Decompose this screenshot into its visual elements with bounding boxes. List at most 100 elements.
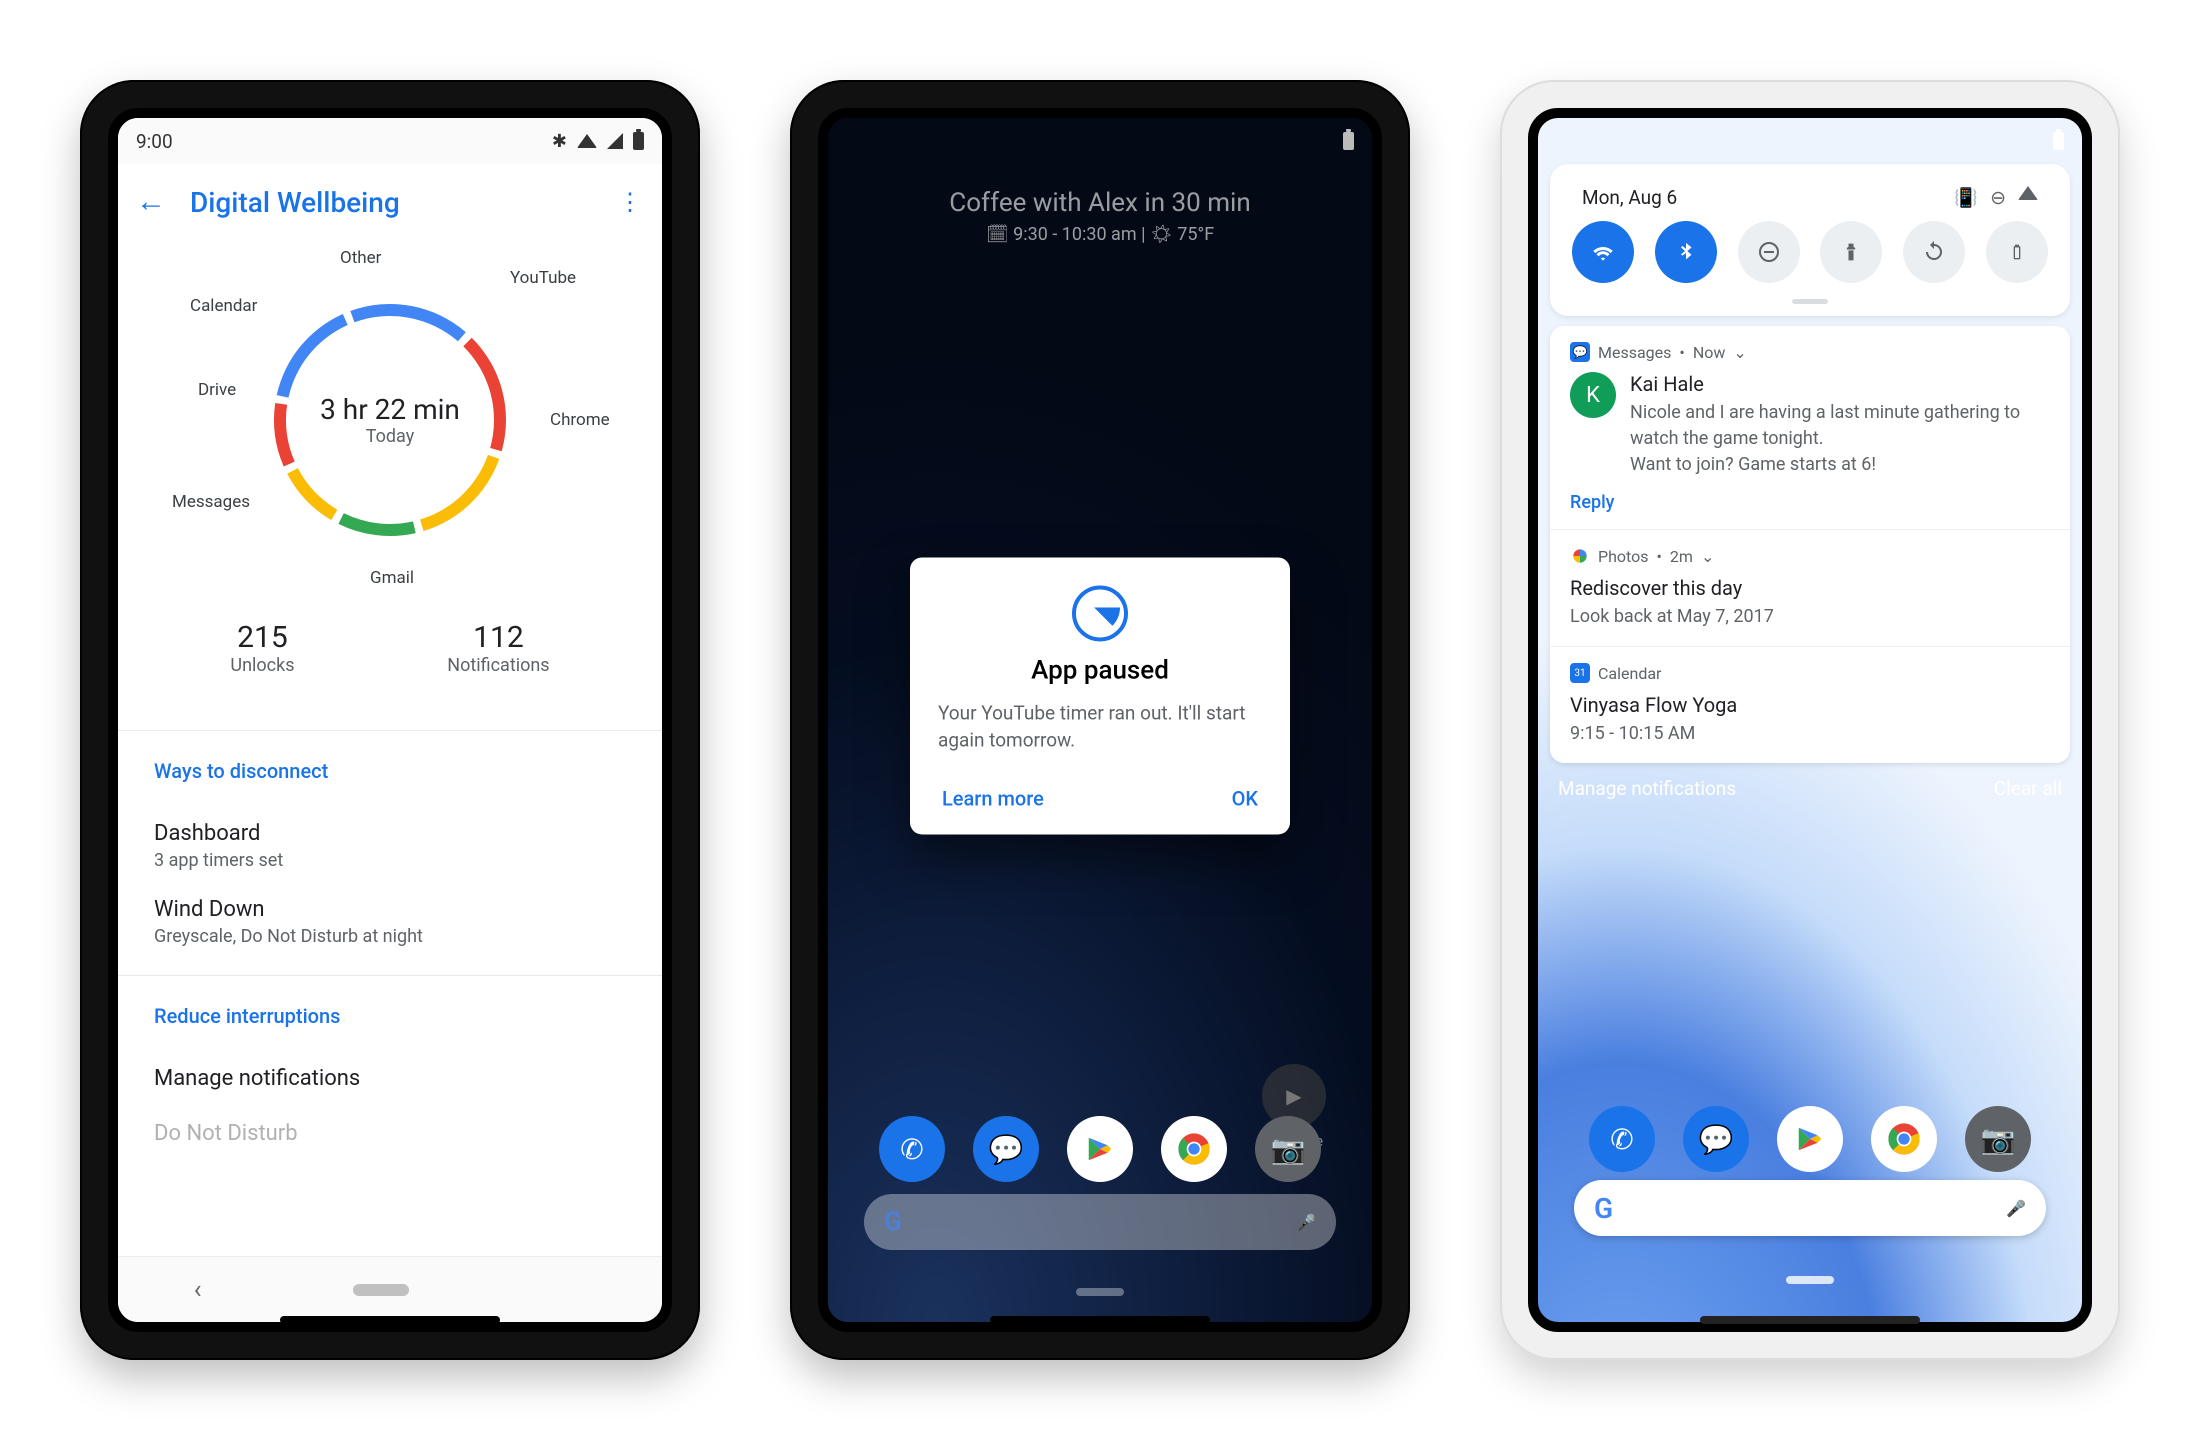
nav-bar: ‹ [118, 1256, 662, 1322]
chrome-app-icon[interactable] [1871, 1106, 1937, 1172]
phone-notifications: 9:00 Mon, Aug 6 📳 ⊖ 💬Messages•Now⌄ [1500, 80, 2120, 1360]
phone-app-icon[interactable]: ✆ [1589, 1106, 1655, 1172]
notif-app: Photos [1598, 547, 1649, 566]
messages-app-icon[interactable]: 💬 [973, 1116, 1039, 1182]
notif-app: Messages [1598, 343, 1671, 362]
ring-label-other: Other [340, 248, 381, 268]
camera-app-icon[interactable]: 📷 [1965, 1106, 2031, 1172]
sender-avatar: K [1570, 372, 1616, 418]
messages-app-icon[interactable]: 💬 [1683, 1106, 1749, 1172]
ring-label-calendar: Calendar [190, 296, 257, 316]
photos-title: Rediscover this day [1570, 576, 2050, 600]
nav-back-icon[interactable]: ‹ [194, 1275, 202, 1305]
status-bar: 9:00 ✱ [118, 118, 662, 164]
shade-actions: Manage notifications Clear all [1550, 763, 2070, 806]
phone-app-icon[interactable]: ✆ [879, 1116, 945, 1182]
ring-label-gmail: Gmail [370, 568, 414, 588]
page-title: Digital Wellbeing [190, 186, 594, 219]
bluetooth-icon: ✱ [552, 131, 567, 152]
notification-messages[interactable]: 💬Messages•Now⌄ K Kai Hale Nicole and I a… [1550, 326, 2070, 530]
manage-notifications-button[interactable]: Manage notifications [1558, 777, 1736, 800]
battery-icon [1343, 132, 1354, 150]
chrome-app-icon[interactable] [1161, 1116, 1227, 1182]
expand-icon[interactable]: ⌄ [1701, 547, 1714, 566]
ring-center: 3 hr 22 min Today [220, 250, 560, 590]
item-winddown-sub: Greyscale, Do Not Disturb at night [154, 922, 626, 947]
search-bar[interactable]: G 🎤 [864, 1194, 1336, 1250]
section-ways: Ways to disconnect [154, 731, 626, 795]
app-paused-dialog: App paused Your YouTube timer ran out. I… [910, 557, 1290, 834]
camera-app-icon[interactable]: 📷 [1255, 1116, 1321, 1182]
notif-app: Calendar [1598, 664, 1661, 683]
qs-tile-bluetooth[interactable] [1655, 221, 1717, 283]
dnd-icon: ⊖ [1990, 186, 2006, 209]
photos-icon [1570, 546, 1590, 566]
mic-icon[interactable]: 🎤 [1296, 1213, 1316, 1232]
qs-tile-wifi[interactable] [1572, 221, 1634, 283]
message-line1: Nicole and I are having a last minute ga… [1630, 400, 2050, 452]
messages-icon: 💬 [1570, 342, 1590, 362]
calendar-icon: 31 [1570, 663, 1590, 683]
mic-icon[interactable]: 🎤 [2006, 1199, 2026, 1218]
search-bar[interactable]: G 🎤 [1574, 1180, 2046, 1236]
wifi-icon [577, 134, 597, 148]
ring-value: 3 hr 22 min [320, 393, 460, 426]
status-icons: ✱ [552, 131, 644, 152]
unlocks-value: 215 [230, 620, 294, 655]
play-store-icon[interactable] [1067, 1116, 1133, 1182]
reply-button[interactable]: Reply [1570, 492, 2050, 513]
wifi-icon [2018, 186, 2038, 200]
nav-home-pill[interactable] [1076, 1288, 1124, 1296]
dialog-body: Your YouTube timer ran out. It'll start … [938, 699, 1262, 754]
notification-calendar[interactable]: 31Calendar Vinyasa Flow Yoga 9:15 - 10:1… [1550, 647, 2070, 763]
item-winddown[interactable]: Wind Down [154, 871, 626, 922]
ring-label-chrome: Chrome [550, 410, 610, 430]
vibrate-icon: 📳 [1954, 186, 1978, 209]
ring-label-drive: Drive [198, 380, 236, 400]
qs-tile-battery[interactable] [1986, 221, 2048, 283]
back-button[interactable]: ← [136, 187, 166, 217]
qs-tile-flashlight[interactable] [1820, 221, 1882, 283]
event-title: Vinyasa Flow Yoga [1570, 693, 2050, 717]
google-logo: G [1594, 1192, 1613, 1225]
glance-title: Coffee with Alex in 30 min [828, 188, 1372, 218]
notification-list: 💬Messages•Now⌄ K Kai Hale Nicole and I a… [1550, 326, 2070, 763]
item-manage-notif[interactable]: Manage notifications [154, 1040, 626, 1091]
battery-icon [2053, 132, 2064, 150]
notification-shade[interactable]: Mon, Aug 6 📳 ⊖ 💬Messages•Now⌄ K Kai Hale… [1538, 164, 2082, 806]
dialog-title: App paused [938, 655, 1262, 685]
at-a-glance[interactable]: Coffee with Alex in 30 min 🗓 9:30 - 10:3… [828, 164, 1372, 253]
section-reduce: Reduce interruptions [154, 976, 626, 1040]
qs-tile-dnd[interactable] [1738, 221, 1800, 283]
nav-home-pill[interactable] [353, 1284, 409, 1296]
stat-unlocks[interactable]: 215Unlocks [230, 620, 294, 676]
notif-value: 112 [447, 620, 549, 655]
stat-notifications[interactable]: 112Notifications [447, 620, 549, 676]
notification-photos[interactable]: Photos•2m⌄ Rediscover this day Look back… [1550, 530, 2070, 647]
item-dashboard-sub: 3 app timers set [154, 846, 626, 871]
hotseat: ✆ 💬 📷 [828, 1116, 1372, 1182]
qs-tile-rotate[interactable] [1903, 221, 1965, 283]
phone-digital-wellbeing: 9:00 ✱ ← Digital Wellbeing ⋮ 3 hr 22 min… [80, 80, 700, 1360]
item-dashboard[interactable]: Dashboard [154, 795, 626, 846]
hotseat: ✆ 💬 📷 [1538, 1106, 2082, 1172]
timer-icon [1072, 585, 1128, 641]
wellbeing-content: 3 hr 22 min Today Other YouTube Chrome Gmai… [118, 240, 662, 1256]
google-logo: G [884, 1207, 902, 1237]
ring-sub: Today [366, 426, 414, 447]
ring-label-youtube: YouTube [510, 268, 576, 288]
nav-home-pill[interactable] [1786, 1276, 1834, 1284]
clear-all-button[interactable]: Clear all [1994, 777, 2062, 800]
learn-more-button[interactable]: Learn more [938, 776, 1048, 820]
more-menu-icon[interactable]: ⋮ [618, 188, 644, 216]
expand-icon[interactable]: ⌄ [1733, 343, 1746, 362]
qs-date: Mon, Aug 6 [1582, 186, 1677, 209]
qs-status-icons: 📳 ⊖ [1954, 186, 2038, 209]
qs-drag-handle[interactable] [1792, 299, 1828, 304]
ok-button[interactable]: OK [1228, 776, 1262, 820]
notif-time: 2m [1670, 547, 1693, 566]
play-store-icon[interactable] [1777, 1106, 1843, 1172]
ring-label-messages: Messages [172, 492, 250, 512]
item-dnd[interactable]: Do Not Disturb [154, 1091, 626, 1146]
usage-ring-chart[interactable]: 3 hr 22 min Today OtherYouTubeChromeGmai… [220, 250, 560, 590]
